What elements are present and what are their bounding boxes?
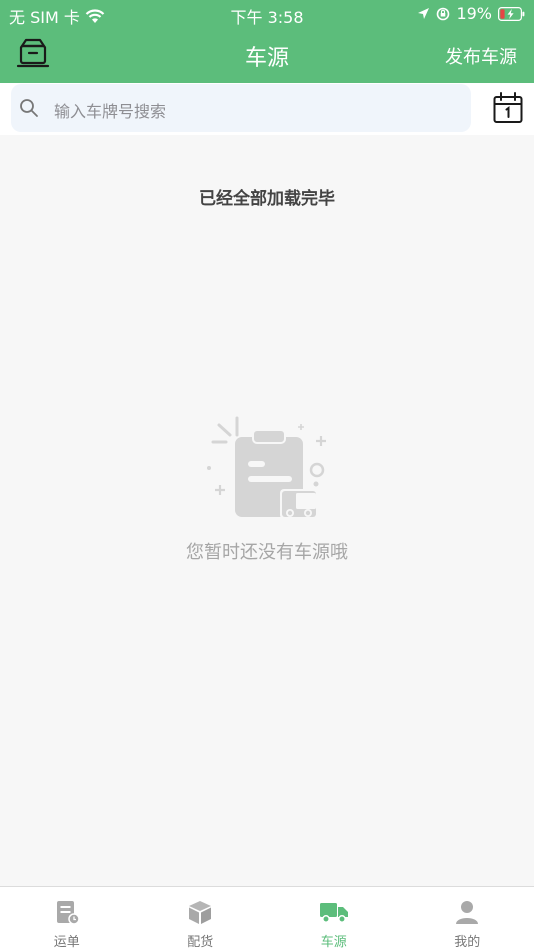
- publish-vehicle-button[interactable]: 发布车源: [445, 43, 517, 69]
- truck-icon: [319, 903, 348, 923]
- search-bar: 输入车牌号搜索: [0, 83, 534, 135]
- status-bar: 无 SIM 卡 下午 3:58 19%: [0, 0, 534, 28]
- tab-label-profile: 我的: [454, 935, 481, 950]
- status-right: 19%: [417, 4, 525, 23]
- empty-state-message: 您暂时还没有车源哦: [186, 542, 348, 563]
- search-input[interactable]: 输入车牌号搜索: [11, 84, 471, 132]
- profile-icon: [456, 901, 479, 924]
- tab-vehicle-source[interactable]: 车源: [267, 887, 401, 950]
- package-icon: [189, 901, 212, 924]
- navigation-bar: 车源 发布车源: [0, 28, 534, 83]
- search-icon: [20, 99, 38, 117]
- waybill-icon: [56, 901, 80, 925]
- tab-label-vehicle-source: 车源: [320, 935, 347, 950]
- tab-label-waybill: 运单: [53, 935, 80, 950]
- empty-clipboard-illustration: [207, 416, 326, 519]
- tab-label-dispatch: 配货: [187, 935, 214, 950]
- rotation-lock-icon: [437, 7, 450, 20]
- tab-waybill[interactable]: 运单: [0, 887, 134, 950]
- bottom-tab-bar: 运单 配货 车源 我的: [0, 886, 534, 950]
- search-placeholder: 输入车牌号搜索: [54, 102, 167, 121]
- tab-dispatch[interactable]: 配货: [134, 887, 268, 950]
- location-icon: [418, 8, 430, 19]
- header: 无 SIM 卡 下午 3:58 19% 车源 发布车源: [0, 0, 534, 83]
- load-complete-text: 已经全部加载完毕: [199, 189, 335, 209]
- battery-percent: 19%: [456, 4, 492, 23]
- battery-icon: [498, 6, 525, 21]
- calendar-icon[interactable]: [493, 92, 523, 124]
- tab-profile[interactable]: 我的: [401, 887, 534, 950]
